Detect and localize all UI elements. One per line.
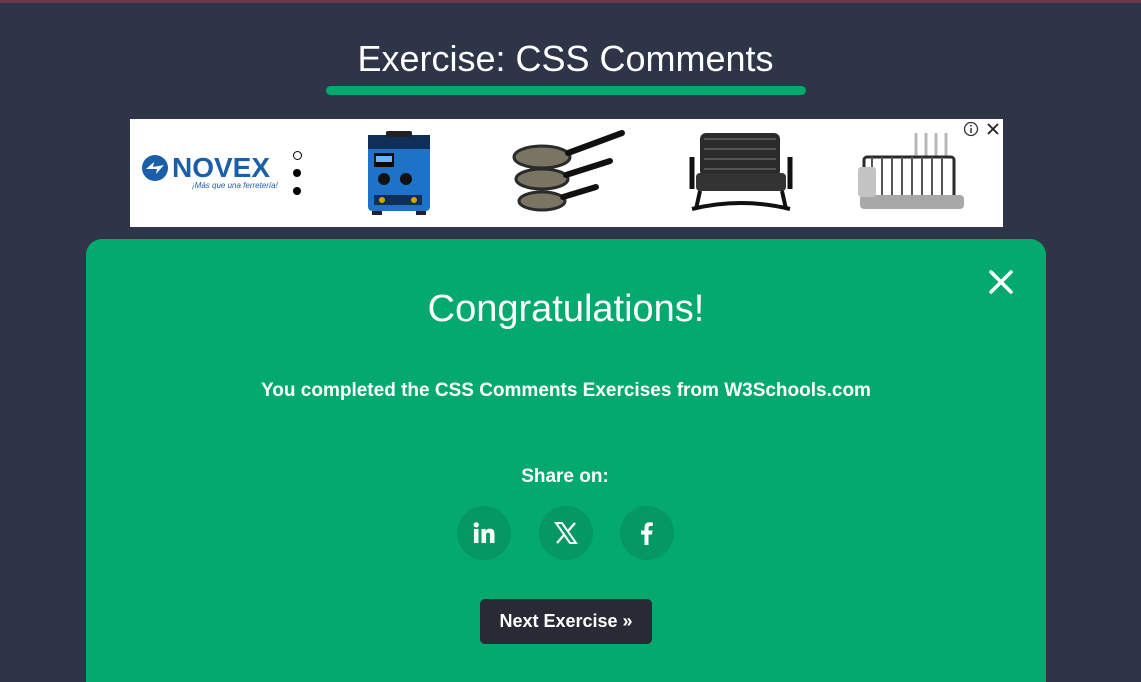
- share-facebook-button[interactable]: [620, 506, 674, 560]
- ad-carousel-dot[interactable]: [293, 151, 302, 160]
- ad-brand-logo[interactable]: NOVEX ¡Más que una ferretería!: [140, 153, 280, 193]
- modal-heading: Congratulations!: [427, 288, 705, 330]
- ad-brand-tagline: ¡Más que una ferretería!: [192, 181, 278, 190]
- share-linkedin-button[interactable]: [457, 506, 511, 560]
- linkedin-icon: [473, 522, 495, 543]
- x-icon: [554, 522, 578, 544]
- dish-rack-icon: [858, 133, 964, 209]
- ad-carousel-dots[interactable]: [293, 150, 303, 200]
- page-title: Exercise: CSS Comments: [357, 38, 774, 79]
- ad-brand-name: NOVEX: [172, 152, 271, 183]
- next-exercise-button[interactable]: Next Exercise »: [480, 599, 652, 644]
- top-strip: [0, 0, 1141, 3]
- share-label: Share on:: [521, 466, 609, 487]
- ad-product-dish-rack[interactable]: [856, 127, 966, 219]
- rocking-chair-icon: [689, 133, 793, 211]
- welder-machine-icon: [368, 131, 430, 215]
- ad-product-welder[interactable]: [356, 127, 440, 219]
- ad-carousel-dot[interactable]: [293, 187, 301, 195]
- facebook-icon: [641, 522, 653, 545]
- title-underline: [326, 86, 806, 95]
- ad-close-icon[interactable]: [985, 121, 1001, 137]
- ad-carousel-dot[interactable]: [293, 169, 301, 177]
- page: Exercise: CSS Comments NOVEX ¡Más que un…: [0, 0, 1141, 682]
- ad-product-pans[interactable]: [510, 127, 630, 219]
- completion-message: You completed the CSS Comments Exercises…: [261, 380, 871, 401]
- frying-pans-icon: [512, 130, 625, 212]
- novex-logo-icon: [142, 155, 168, 181]
- ad-product-chair[interactable]: [686, 127, 796, 219]
- ad-banner[interactable]: NOVEX ¡Más que una ferretería!: [130, 119, 1003, 227]
- ad-info-icon[interactable]: [963, 121, 979, 137]
- share-x-button[interactable]: [539, 506, 593, 560]
- congratulations-modal: Congratulations! You completed the CSS C…: [86, 239, 1046, 682]
